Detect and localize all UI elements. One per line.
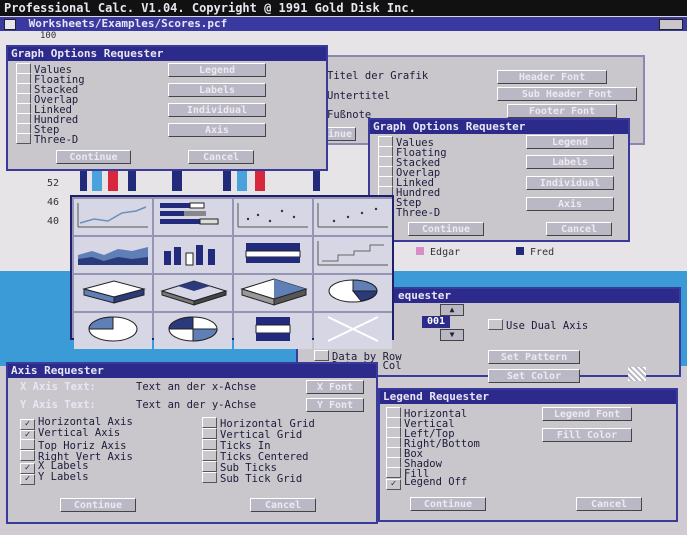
legend-button[interactable]: Legend (168, 63, 266, 77)
continue-button[interactable]: Continue (410, 497, 486, 511)
x-font-button[interactable]: X Font (306, 380, 364, 394)
step-chart-icon[interactable] (314, 237, 392, 273)
axis-requester: Axis Requester X Axis Text: Text an der … (6, 362, 378, 524)
requester-title: Legend Requester (380, 390, 676, 404)
requester-title: Graph Options Requester (8, 47, 326, 61)
labels-button[interactable]: Labels (526, 155, 614, 169)
y-axis-text-label: Y Axis Text: (20, 399, 96, 411)
3d-stacked-icon[interactable] (154, 275, 232, 311)
fill-color-button[interactable]: Fill Color (542, 428, 632, 442)
sheet-row-number: 40 (47, 216, 60, 227)
depth-gadget-icon[interactable] (659, 19, 683, 30)
document-title-bar[interactable]: Worksheets/Examples/Scores.pcf (0, 17, 687, 31)
legend-requester: Legend Requester Horizontal Vertical Lef… (378, 388, 678, 522)
legend-font-button[interactable]: Legend Font (542, 407, 632, 421)
individual-button[interactable]: Individual (526, 176, 614, 190)
scatter-icon[interactable] (234, 199, 312, 235)
continue-button[interactable]: Continue (408, 222, 484, 236)
color-bar (237, 171, 247, 191)
pie-quarter-icon[interactable] (314, 313, 392, 349)
document-title: Worksheets/Examples/Scores.pcf (28, 17, 228, 30)
legend-button[interactable]: Legend (526, 135, 614, 149)
requester-title: Axis Requester (8, 364, 376, 378)
color-bar (108, 171, 118, 191)
axis-button[interactable]: Axis (168, 123, 266, 137)
requester-title: Graph Options Requester (370, 120, 628, 134)
series-value-field[interactable]: 001 (422, 316, 450, 328)
cancel-button[interactable]: Cancel (546, 222, 612, 236)
legend-off-checkbox[interactable]: ✓ Legend Off (386, 477, 467, 490)
color-bar (80, 171, 87, 191)
color-bar (92, 171, 102, 191)
scatter-line-icon[interactable] (314, 199, 392, 235)
y-axis-text-field[interactable]: Text an der y-Achse (136, 399, 256, 411)
pattern-preview (628, 367, 646, 381)
cancel-button[interactable]: Cancel (188, 150, 254, 164)
y-labels-checkbox[interactable]: ✓ Y Labels (20, 472, 89, 485)
arrow-up-icon[interactable]: ▲ (440, 304, 464, 316)
pie-chart-icon[interactable] (314, 275, 392, 311)
color-bar (223, 171, 231, 191)
color-bar (128, 171, 136, 191)
footnote-row[interactable]: Fußnote (327, 109, 371, 121)
stacked-horizontal-icon[interactable] (234, 237, 312, 273)
hundred-bar-icon[interactable] (234, 313, 312, 349)
header-font-button[interactable]: Header Font (497, 70, 607, 84)
color-bar (313, 171, 320, 191)
stacked-bar-icon[interactable] (154, 199, 232, 235)
graph-options-requester-1: Graph Options Requester Values Floating … (6, 45, 328, 171)
cancel-button[interactable]: Cancel (576, 497, 642, 511)
legend-entry-edgar: Edgar (416, 247, 460, 258)
legend-swatch (516, 247, 524, 255)
labels-button[interactable]: Labels (168, 83, 266, 97)
subtitle-row[interactable]: Untertitel (327, 90, 390, 102)
set-pattern-button[interactable]: Set Pattern (488, 350, 580, 364)
area-chart-icon[interactable] (74, 237, 152, 273)
sheet-row-number: 100 (40, 31, 57, 41)
individual-button[interactable]: Individual (168, 103, 266, 117)
color-bar (255, 171, 265, 191)
option-three-d[interactable]: Three-D (16, 133, 78, 146)
line-chart-icon[interactable] (74, 199, 152, 235)
axis-button[interactable]: Axis (526, 197, 614, 211)
screen-title-bar: Professional Calc. V1.04. Copyright @ 19… (0, 0, 687, 16)
3d-area-icon[interactable] (74, 275, 152, 311)
3d-pie-icon[interactable] (234, 275, 312, 311)
color-bar-strip (80, 171, 320, 191)
bar-chart-icon[interactable] (154, 237, 232, 273)
sub-header-font-button[interactable]: Sub Header Font (497, 87, 637, 101)
set-color-button[interactable]: Set Color (488, 369, 580, 383)
continue-button-partial[interactable]: inue (324, 127, 356, 141)
x-axis-text-label: X Axis Text: (20, 381, 96, 393)
close-icon[interactable] (4, 18, 16, 30)
title-row[interactable]: Titel der Grafik (327, 70, 428, 82)
sub-tick-grid-checkbox[interactable]: Sub Tick Grid (202, 472, 302, 485)
sheet-row-number: 52 (47, 178, 60, 189)
chart-type-grid (70, 195, 394, 349)
legend-entry-fred: Fred (516, 247, 554, 258)
pie-split-icon[interactable] (154, 313, 232, 349)
sheet-row-number: 46 (47, 197, 60, 208)
legend-swatch (416, 247, 424, 255)
pie-slice-icon[interactable] (74, 313, 152, 349)
screen-title: Professional Calc. V1.04. Copyright @ 19… (4, 1, 416, 15)
cancel-button[interactable]: Cancel (250, 498, 316, 512)
color-bar (172, 171, 182, 191)
footer-font-button[interactable]: Footer Font (507, 104, 617, 118)
graph-options-requester-2: Graph Options Requester Values Floating … (368, 118, 630, 242)
continue-button[interactable]: Continue (56, 150, 131, 164)
continue-button[interactable]: Continue (60, 498, 136, 512)
y-font-button[interactable]: Y Font (306, 398, 364, 412)
use-dual-axis-checkbox[interactable]: Use Dual Axis (488, 319, 588, 332)
x-axis-text-field[interactable]: Text an der x-Achse (136, 381, 256, 393)
arrow-down-icon[interactable]: ▼ (440, 329, 464, 341)
